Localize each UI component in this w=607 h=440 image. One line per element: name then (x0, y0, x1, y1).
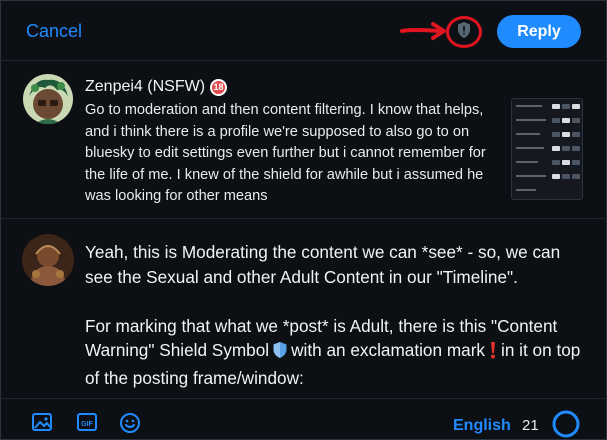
character-limit-ring-icon (551, 409, 581, 440)
svg-text:GIF: GIF (81, 421, 93, 428)
image-icon[interactable] (31, 412, 53, 437)
compose-textarea[interactable]: Yeah, this is Moderating the content we … (85, 240, 590, 390)
gif-icon[interactable]: GIF (76, 412, 98, 437)
exclamation-emoji-icon (488, 341, 498, 366)
cancel-button[interactable]: Cancel (26, 21, 82, 42)
adult-badge-icon: 18 (210, 78, 228, 96)
character-count: 21 (522, 417, 539, 434)
post-divider (0, 218, 607, 219)
quoted-post-text: Go to moderation and then content filter… (85, 102, 486, 204)
screenshot-thumbnail[interactable] (511, 98, 583, 200)
dialog-header: Cancel Reply (0, 0, 607, 60)
shield-emoji-icon (272, 341, 288, 366)
author-name: Zenpei4 (NSFW) (85, 78, 206, 95)
emoji-icon[interactable] (119, 412, 141, 439)
annotation-circle (446, 16, 482, 48)
compose-paragraph-1: Yeah, this is Moderating the content we … (85, 242, 561, 287)
avatar[interactable] (23, 74, 73, 124)
avatar[interactable] (22, 234, 74, 286)
compose-paragraph-2: For marking that what we *post* is Adult… (85, 315, 581, 388)
reply-button[interactable]: Reply (497, 15, 581, 48)
header-divider (0, 60, 607, 61)
composer-toolbar: GIF (0, 398, 607, 440)
shield-icon[interactable] (456, 21, 472, 44)
language-selector[interactable]: English (453, 417, 511, 435)
annotation-arrow (400, 22, 446, 40)
post-author[interactable]: Zenpei4 (NSFW) 18 (85, 78, 228, 96)
